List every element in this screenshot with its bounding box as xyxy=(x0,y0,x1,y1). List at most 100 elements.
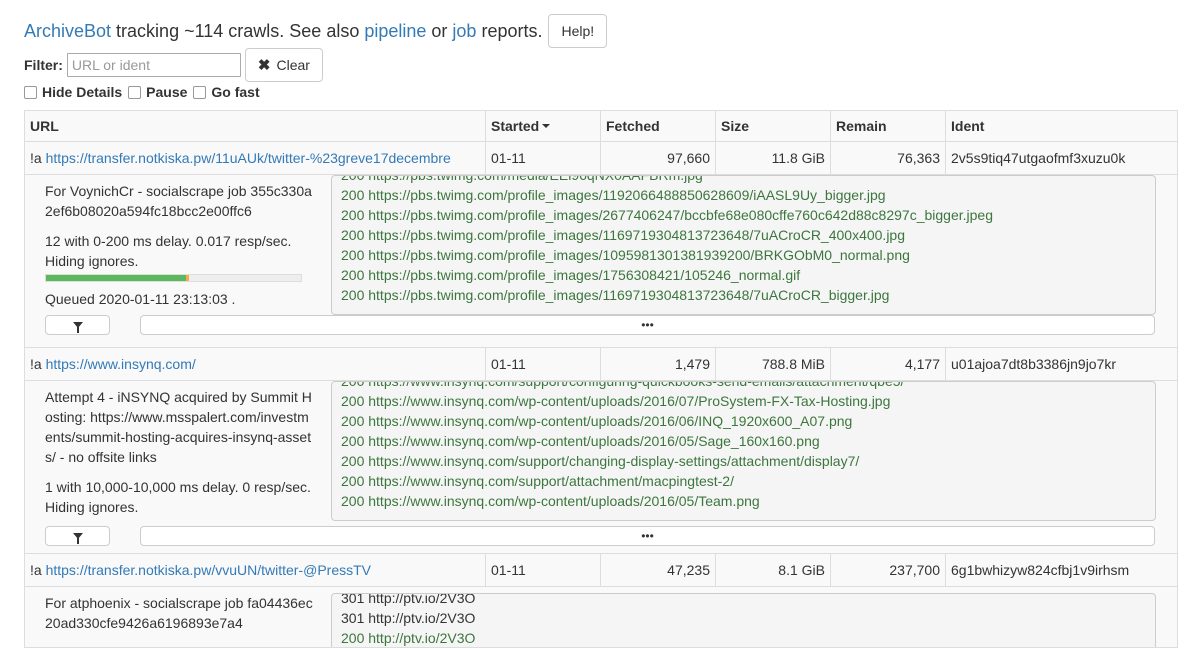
job-size: 11.8 GiB xyxy=(716,142,831,174)
log-line: 200 https://www.insynq.com/wp-content/up… xyxy=(341,433,820,449)
pause-label: Pause xyxy=(146,84,188,100)
job-note: Attempt 4 - iNSYNQ acquired by Summit Ho… xyxy=(45,389,312,465)
filter-log-button[interactable] xyxy=(45,315,110,335)
log-line: 200 https://pbs.twimg.com/profile_images… xyxy=(341,207,993,223)
jobs-table: URL Started Fetched Size Remain Ident !a… xyxy=(24,110,1178,648)
job-fetched: 47,235 xyxy=(601,554,716,586)
job-started: 01-11 xyxy=(486,348,601,380)
go-fast-option[interactable]: Go fast xyxy=(193,84,260,100)
job-url-link[interactable]: https://transfer.notkiska.pw/11uAUk/twit… xyxy=(46,150,451,166)
job-url-cell: !a https://transfer.notkiska.pw/11uAUk/t… xyxy=(25,142,486,174)
log-line: 200 https://www.insynq.com/support/chang… xyxy=(341,453,860,469)
log-line: 200 https://www.insynq.com/support/attac… xyxy=(341,473,734,489)
header-text-2: or xyxy=(426,20,453,41)
header-started-label: Started xyxy=(491,118,540,134)
job-fetched: 1,479 xyxy=(601,348,716,380)
log-line: 200 https://pbs.twimg.com/profile_images… xyxy=(341,267,801,283)
pipeline-link[interactable]: pipeline xyxy=(364,21,426,42)
log-line: 200 https://pbs.twimg.com/profile_images… xyxy=(341,227,906,243)
close-icon: ✖ xyxy=(257,57,271,74)
filter-icon xyxy=(72,533,83,544)
job-details: For VoynichCr - socialscrape job 355c330… xyxy=(25,175,1177,348)
job-prefix: !a xyxy=(30,562,46,578)
log-line: 200 https://pbs.twimg.com/profile_images… xyxy=(341,247,910,263)
job-prefix: !a xyxy=(30,356,46,372)
header-text-3: reports. xyxy=(476,20,543,41)
job-url-cell: !a https://transfer.notkiska.pw/vvuUN/tw… xyxy=(25,554,486,586)
job-ident: u01ajoa7dt8b3386jn9jo7kr xyxy=(951,356,1117,372)
job-prefix: !a xyxy=(30,150,46,166)
job-delay: 1 with 10,000-10,000 ms delay. 0 resp/se… xyxy=(45,479,311,515)
job-url-link[interactable]: https://transfer.notkiska.pw/vvuUN/twitt… xyxy=(46,562,371,578)
pause-option[interactable]: Pause xyxy=(128,84,187,100)
clear-button-label: Clear xyxy=(276,57,310,73)
job-note: For atphoenix - socialscrape job fa04436… xyxy=(45,595,313,631)
header-size[interactable]: Size xyxy=(716,111,831,141)
header-started[interactable]: Started xyxy=(486,111,601,141)
job-info: For atphoenix - socialscrape job fa04436… xyxy=(45,593,315,647)
header-ident[interactable]: Ident xyxy=(946,111,1177,141)
log-line: 200 https://pbs.twimg.com/profile_images… xyxy=(341,187,886,203)
job-remain: 237,700 xyxy=(831,554,946,586)
progress-done xyxy=(46,275,187,281)
job-remain: 4,177 xyxy=(831,348,946,380)
hide-details-label: Hide Details xyxy=(42,84,123,100)
log-line: 200 https://pbs.twimg.com/media/EEl96qNX… xyxy=(341,175,703,183)
log-line: 200 https://www.insynq.com/wp-content/up… xyxy=(341,413,853,429)
page-header: ArchiveBot tracking ~114 crawls. See als… xyxy=(24,14,608,48)
filter-label: Filter: xyxy=(24,57,63,73)
job-link[interactable]: job xyxy=(452,21,476,42)
job-details: Attempt 4 - iNSYNQ acquired by Summit Ho… xyxy=(25,381,1177,554)
log-line: 200 https://www.insynq.com/wp-content/up… xyxy=(341,393,891,409)
header-fetched[interactable]: Fetched xyxy=(601,111,716,141)
job-queued: Queued 2020-01-11 23:13:03 . xyxy=(45,291,236,307)
job-remain: 76,363 xyxy=(831,142,946,174)
job-delay: 12 with 0-200 ms delay. 0.017 resp/sec. … xyxy=(45,233,292,269)
header-url[interactable]: URL xyxy=(25,111,486,141)
go-fast-checkbox[interactable] xyxy=(193,85,207,99)
job-size: 788.8 MiB xyxy=(716,348,831,380)
job-size: 8.1 GiB xyxy=(716,554,831,586)
job-log: 200 https://www.insynq.com/support/confi… xyxy=(331,381,1156,521)
job-url-cell: !a https://www.insynq.com/ xyxy=(25,348,486,380)
table-header: URL Started Fetched Size Remain Ident xyxy=(25,111,1177,142)
go-fast-label: Go fast xyxy=(211,84,260,100)
job-note: For VoynichCr - socialscrape job 355c330… xyxy=(45,183,312,219)
help-button[interactable]: Help! xyxy=(548,14,608,48)
header-remain[interactable]: Remain xyxy=(831,111,946,141)
pause-checkbox[interactable] xyxy=(128,85,142,99)
table-row: !a https://transfer.notkiska.pw/11uAUk/t… xyxy=(25,142,1177,175)
job-fetched: 97,660 xyxy=(601,142,716,174)
options-row: Hide Details Pause Go fast xyxy=(24,84,266,100)
filter-log-button[interactable] xyxy=(45,526,110,546)
job-info: Attempt 4 - iNSYNQ acquired by Summit Ho… xyxy=(45,387,315,525)
log-line: 200 https://pbs.twimg.com/profile_images… xyxy=(341,287,890,303)
job-ident: 2v5s9tiq47utgaofmf3xuzu0k xyxy=(951,150,1126,166)
log-line: 200 https://www.insynq.com/wp-content/up… xyxy=(341,493,760,509)
clear-button[interactable]: ✖ Clear xyxy=(244,48,323,82)
filter-input[interactable]: URL or ident xyxy=(66,53,241,77)
log-line: 200 http://ptv.io/2V3O xyxy=(341,630,476,646)
hide-details-option[interactable]: Hide Details xyxy=(24,84,122,100)
table-row: !a https://www.insynq.com/ 01-11 1,479 7… xyxy=(25,348,1177,381)
job-progress-bar xyxy=(45,274,302,282)
progress-error xyxy=(186,275,189,281)
job-started: 01-11 xyxy=(486,142,601,174)
job-details: For atphoenix - socialscrape job fa04436… xyxy=(25,587,1177,648)
job-ident: 6g1bwhizyw824cfbj1v9irhsm xyxy=(951,562,1130,578)
job-log: 200 https://pbs.twimg.com/media/EEl96qNX… xyxy=(331,175,1156,315)
job-log: 301 http://ptv.io/2V3O 301 http://ptv.io… xyxy=(331,593,1156,647)
log-line: 301 http://ptv.io/2V3O xyxy=(341,593,476,606)
more-button[interactable]: ••• xyxy=(140,526,1155,546)
filter-icon xyxy=(72,322,83,333)
log-line: 200 https://www.insynq.com/support/confi… xyxy=(341,381,905,389)
header-text-1: tracking ~114 crawls. See also xyxy=(111,20,365,41)
job-url-link[interactable]: https://www.insynq.com/ xyxy=(46,356,196,372)
filter-row: Filter: URL or ident ✖ Clear xyxy=(24,48,323,82)
archivebot-link[interactable]: ArchiveBot xyxy=(24,21,111,42)
hide-details-checkbox[interactable] xyxy=(24,85,37,99)
sort-caret-icon xyxy=(542,124,551,128)
more-button[interactable]: ••• xyxy=(140,315,1155,335)
table-row: !a https://transfer.notkiska.pw/vvuUN/tw… xyxy=(25,554,1177,587)
log-line: 301 http://ptv.io/2V3O xyxy=(341,610,476,626)
